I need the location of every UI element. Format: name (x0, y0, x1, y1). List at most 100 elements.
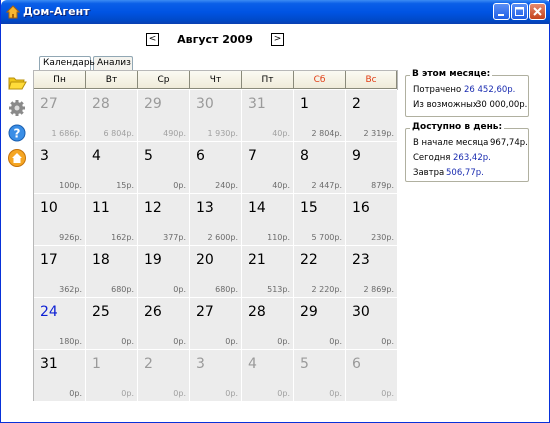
calendar-day-cell[interactable]: 9 879р. (346, 142, 398, 194)
calendar-day-cell[interactable]: 29 0р. (294, 298, 346, 350)
calendar-day-cell[interactable]: 1 2 804р. (294, 90, 346, 142)
day-amount: 100р. (59, 181, 82, 190)
day-amount: 1 930р. (207, 129, 238, 138)
day-number: 5 (300, 356, 309, 372)
month-start-value: 967,74р. (490, 138, 528, 148)
day-amount: 879р. (371, 181, 394, 190)
tab-calendar[interactable]: Календарь (39, 56, 95, 70)
window-title: Дом-Агент (23, 5, 90, 18)
daily-available-panel: Доступно в день: В начале месяца 967,74р… (405, 122, 529, 182)
day-amount: 15р. (116, 181, 134, 190)
day-number: 2 (352, 96, 361, 112)
calendar-day-cell[interactable]: 21 513р. (242, 246, 294, 298)
calendar-day-cell[interactable]: 23 2 869р. (346, 246, 398, 298)
day-amount: 0р. (225, 389, 238, 398)
weekday-label: Вт (86, 71, 138, 89)
calendar-day-cell[interactable]: 11 162р. (86, 194, 138, 246)
svg-text:?: ? (14, 127, 21, 141)
calendar-day-cell[interactable]: 30 0р. (346, 298, 398, 350)
day-amount: 240р. (215, 181, 238, 190)
gear-icon[interactable] (7, 98, 27, 118)
daily-available-title: Доступно в день: (410, 122, 505, 132)
calendar-day-cell[interactable]: 3 100р. (34, 142, 86, 194)
calendar-day-cell[interactable]: 5 0р. (294, 350, 346, 402)
day-amount: 680р. (215, 285, 238, 294)
calendar-day-cell[interactable]: 24 180р. (34, 298, 86, 350)
tomorrow-label: Завтра (413, 168, 445, 178)
calendar-day-cell[interactable]: 7 40р. (242, 142, 294, 194)
day-number: 1 (300, 96, 309, 112)
maximize-button[interactable] (511, 3, 528, 20)
calendar-day-cell[interactable]: 28 6 804р. (86, 90, 138, 142)
maximize-icon (515, 7, 524, 16)
calendar-day-cell[interactable]: 4 0р. (242, 350, 294, 402)
calendar-day-cell[interactable]: 19 0р. (138, 246, 190, 298)
weekday-label: Вс (346, 71, 397, 89)
calendar-day-cell[interactable]: 13 2 600р. (190, 194, 242, 246)
calendar-day-cell[interactable]: 16 230р. (346, 194, 398, 246)
calendar-day-cell[interactable]: 27 0р. (190, 298, 242, 350)
calendar-day-cell[interactable]: 10 926р. (34, 194, 86, 246)
day-number: 25 (92, 304, 110, 320)
day-amount: 0р. (173, 337, 186, 346)
calendar-day-cell[interactable]: 26 0р. (138, 298, 190, 350)
calendar-day-cell[interactable]: 17 362р. (34, 246, 86, 298)
day-amount: 0р. (121, 337, 134, 346)
day-number: 19 (144, 252, 162, 268)
day-amount: 0р. (173, 285, 186, 294)
calendar-day-cell[interactable]: 14 110р. (242, 194, 294, 246)
calendar-day-cell[interactable]: 4 15р. (86, 142, 138, 194)
day-amount: 5 700р. (311, 233, 342, 242)
day-amount: 680р. (111, 285, 134, 294)
close-button[interactable] (529, 3, 546, 20)
possible-label: Из возможных (413, 100, 478, 110)
calendar-day-cell[interactable]: 6 240р. (190, 142, 242, 194)
day-amount: 2 600р. (207, 233, 238, 242)
day-amount: 40р. (272, 181, 290, 190)
prev-month-button[interactable]: < (146, 33, 159, 46)
calendar-day-cell[interactable]: 3 0р. (190, 350, 242, 402)
home-icon[interactable] (7, 148, 27, 168)
day-amount: 490р. (163, 129, 186, 138)
day-amount: 0р. (173, 389, 186, 398)
month-title: Август 2009 (177, 33, 253, 46)
calendar-day-cell[interactable]: 18 680р. (86, 246, 138, 298)
day-number: 17 (40, 252, 58, 268)
calendar-day-cell[interactable]: 1 0р. (86, 350, 138, 402)
day-number: 4 (92, 148, 101, 164)
calendar-day-cell[interactable]: 6 0р. (346, 350, 398, 402)
calendar-day-cell[interactable]: 5 0р. (138, 142, 190, 194)
day-number: 27 (40, 96, 58, 112)
title-bar[interactable]: Дом-Агент (1, 0, 550, 24)
tab-analysis[interactable]: Анализ (93, 56, 133, 70)
minimize-button[interactable] (493, 3, 510, 20)
calendar-day-cell[interactable]: 2 2 319р. (346, 90, 398, 142)
calendar-day-cell[interactable]: 31 40р. (242, 90, 294, 142)
day-number: 6 (196, 148, 205, 164)
calendar-day-cell[interactable]: 28 0р. (242, 298, 294, 350)
day-amount: 2 447р. (311, 181, 342, 190)
calendar-day-cell[interactable]: 30 1 930р. (190, 90, 242, 142)
day-number: 28 (248, 304, 266, 320)
help-icon[interactable]: ? (7, 123, 27, 143)
calendar-day-cell[interactable]: 29 490р. (138, 90, 190, 142)
folder-icon[interactable] (7, 72, 27, 92)
calendar-day-cell[interactable]: 22 2 220р. (294, 246, 346, 298)
calendar-day-cell[interactable]: 31 0р. (34, 350, 86, 402)
calendar-day-cell[interactable]: 20 680р. (190, 246, 242, 298)
day-number: 12 (144, 200, 162, 216)
day-number: 2 (144, 356, 153, 372)
spent-value: 26 452,60р. (464, 85, 516, 95)
calendar-day-cell[interactable]: 8 2 447р. (294, 142, 346, 194)
calendar-day-cell[interactable]: 2 0р. (138, 350, 190, 402)
calendar-day-cell[interactable]: 27 1 686р. (34, 90, 86, 142)
calendar-day-cell[interactable]: 12 377р. (138, 194, 190, 246)
calendar-day-cell[interactable]: 15 5 700р. (294, 194, 346, 246)
today-label: Сегодня (413, 153, 451, 163)
next-month-button[interactable]: > (271, 33, 284, 46)
calendar-day-cell[interactable]: 25 0р. (86, 298, 138, 350)
day-number: 30 (196, 96, 214, 112)
day-number: 9 (352, 148, 361, 164)
day-amount: 2 220р. (311, 285, 342, 294)
day-number: 30 (352, 304, 370, 320)
